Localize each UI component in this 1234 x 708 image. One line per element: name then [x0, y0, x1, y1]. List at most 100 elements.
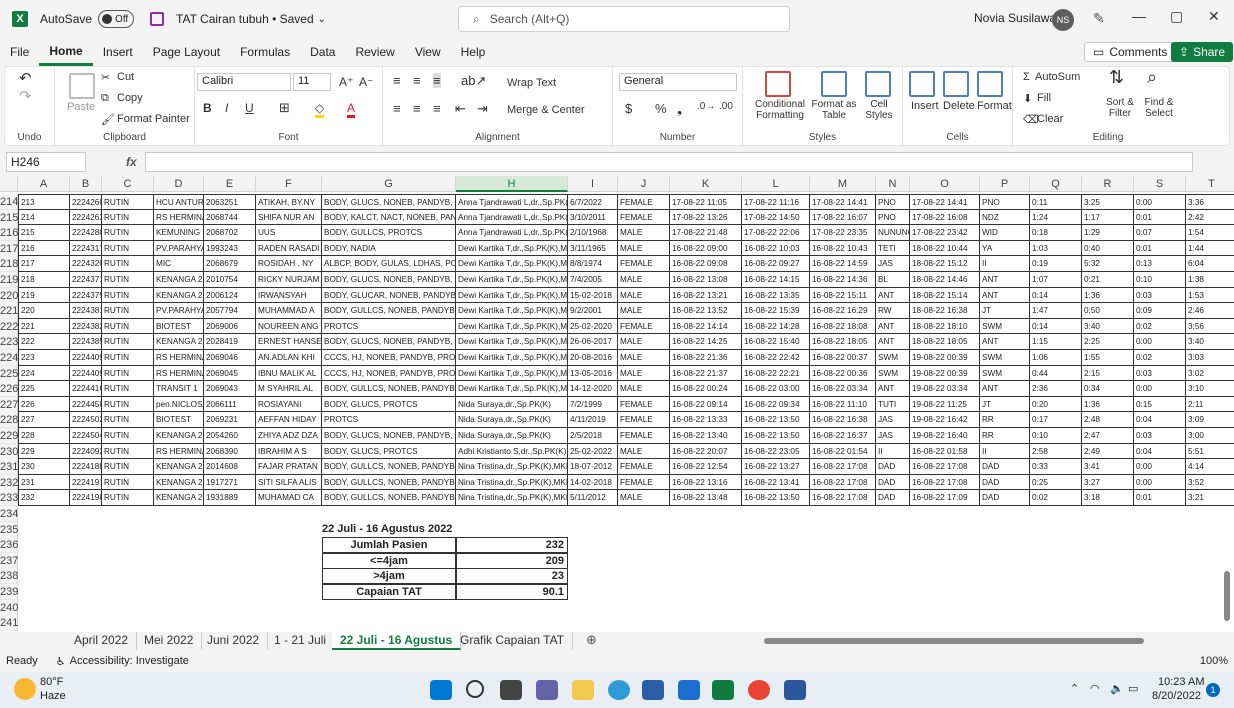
table-cell[interactable]: PV.PARAHYANG: [154, 303, 204, 319]
percent-icon[interactable]: %: [655, 101, 667, 116]
decrease-decimal-icon[interactable]: .00: [719, 101, 733, 112]
row-header[interactable]: 231: [0, 459, 18, 476]
table-cell[interactable]: 16-08-22 13:33: [670, 412, 742, 428]
table-cell[interactable]: JAS: [876, 256, 910, 272]
table-cell[interactable]: 0:07: [1134, 225, 1186, 241]
table-cell[interactable]: 17-08-22 16:08: [910, 209, 980, 226]
table-cell[interactable]: SWM: [876, 365, 910, 382]
table-cell[interactable]: II: [980, 256, 1030, 272]
summary-label[interactable]: >4jam: [322, 568, 456, 585]
insert-cells-icon[interactable]: [909, 71, 935, 97]
table-cell[interactable]: RUTIN: [102, 350, 154, 366]
table-cell[interactable]: 214: [18, 209, 70, 226]
table-cell[interactable]: 0:19: [1030, 256, 1082, 272]
clear-button[interactable]: Clear: [1037, 113, 1063, 125]
table-cell[interactable]: 230: [18, 459, 70, 475]
table-cell[interactable]: RUTIN: [102, 443, 154, 460]
table-cell[interactable]: 1:24: [1030, 209, 1082, 226]
table-cell[interactable]: 0:14: [1030, 318, 1082, 335]
table-cell[interactable]: KENANGA 2: [154, 490, 204, 506]
table-cell[interactable]: 18-08-22 10:44: [910, 240, 980, 257]
table-cell[interactable]: FEMALE: [618, 428, 670, 444]
table-cell[interactable]: ROSIDAH , NY: [256, 256, 322, 272]
table-cell[interactable]: MALE: [618, 225, 670, 241]
teams-icon[interactable]: [536, 680, 558, 700]
add-sheet-icon[interactable]: ⊕: [586, 632, 597, 648]
table-cell[interactable]: ANT: [876, 381, 910, 397]
table-cell[interactable]: SHIFA NUR AN: [256, 209, 322, 226]
table-cell[interactable]: 19-08-22 00:39: [910, 350, 980, 366]
table-cell[interactable]: BODY, GLUCS, PROTCS: [322, 396, 456, 413]
column-header-S[interactable]: S: [1134, 176, 1186, 192]
table-cell[interactable]: 16-08-22 13:50: [742, 428, 810, 444]
table-cell[interactable]: 16-08-22 21:36: [670, 350, 742, 366]
table-cell[interactable]: 16-08-22 15:11: [810, 287, 876, 304]
table-cell[interactable]: KENANGA 2: [154, 272, 204, 288]
table-cell[interactable]: RUTIN: [102, 396, 154, 413]
avatar[interactable]: NS: [1052, 9, 1074, 31]
word-icon[interactable]: [784, 680, 806, 700]
row-header[interactable]: 239: [0, 584, 18, 600]
table-cell[interactable]: BODY, GULLCS, NONEB, PANDYB, PROTC: [322, 459, 456, 475]
table-cell[interactable]: 2:42: [1186, 210, 1234, 226]
table-cell[interactable]: 0:21: [1082, 272, 1134, 288]
search-box[interactable]: ⌕ Search (Alt+Q): [458, 6, 790, 32]
table-cell[interactable]: Nina Tristina,dr.,Sp.PK(K),MKM: [456, 459, 568, 475]
table-cell[interactable]: 16-08-22 18:08: [810, 318, 876, 335]
table-cell[interactable]: RADEN RASADI: [256, 240, 322, 257]
merge-center-button[interactable]: Merge & Center: [507, 104, 585, 116]
table-cell[interactable]: CCCS, HJ, NONEB, PANDYB, PROTCS: [322, 350, 456, 366]
table-cell[interactable]: 16-08-22 14:59: [810, 256, 876, 272]
table-cell[interactable]: 0:01: [1134, 209, 1186, 226]
table-cell[interactable]: IBNU MALIK AL: [256, 365, 322, 382]
table-cell[interactable]: 16-08-22 13:41: [742, 474, 810, 491]
table-cell[interactable]: 0:10: [1134, 272, 1186, 288]
column-header-N[interactable]: N: [876, 176, 910, 192]
table-cell[interactable]: 0:15: [1134, 396, 1186, 413]
table-cell[interactable]: MUHAMMAD A: [256, 303, 322, 319]
edge-icon[interactable]: [608, 680, 630, 700]
table-cell[interactable]: 3:56: [1186, 319, 1234, 335]
table-cell[interactable]: 0:09: [1134, 303, 1186, 319]
table-cell[interactable]: 22242801: [70, 225, 102, 241]
table-cell[interactable]: RUTIN: [102, 303, 154, 319]
table-cell[interactable]: 14-02-2018: [568, 474, 618, 491]
column-header-M[interactable]: M: [810, 176, 876, 192]
table-cell[interactable]: BODY, NADIA: [322, 240, 456, 257]
row-header[interactable]: 215: [0, 209, 18, 226]
menu-home[interactable]: Home: [39, 38, 93, 66]
column-header-R[interactable]: R: [1082, 176, 1134, 192]
table-cell[interactable]: Nina Tristina,dr.,Sp.PK(K),MKM: [456, 474, 568, 491]
menu-review[interactable]: Review: [345, 38, 404, 66]
table-cell[interactable]: pen.NICLOSAM: [154, 396, 204, 413]
table-cell[interactable]: 22245040: [70, 428, 102, 444]
table-cell[interactable]: 2069046: [204, 350, 256, 366]
table-cell[interactable]: 16-08-22 17:08: [810, 474, 876, 491]
table-cell[interactable]: 16-08-22 17:08: [910, 474, 980, 491]
table-cell[interactable]: 17-08-22 23:42: [910, 225, 980, 241]
autosum-icon[interactable]: Σ: [1023, 71, 1030, 83]
table-cell[interactable]: FEMALE: [618, 412, 670, 428]
align-bottom-icon[interactable]: ≡: [433, 73, 441, 88]
table-cell[interactable]: BODY, KALCT, NACT, NONEB, PANDYB,: [322, 209, 456, 226]
table-cell[interactable]: TUTI: [876, 396, 910, 413]
table-cell[interactable]: 19-08-22 03:34: [910, 381, 980, 397]
paste-label[interactable]: Paste: [67, 101, 95, 113]
excel-taskbar-icon[interactable]: [712, 680, 734, 700]
column-header-E[interactable]: E: [204, 176, 256, 192]
table-cell[interactable]: 16-08-22 01:58: [910, 443, 980, 460]
table-cell[interactable]: M SYAHRIL AL: [256, 381, 322, 397]
table-cell[interactable]: 17-08-22 14:41: [910, 194, 980, 210]
table-cell[interactable]: 16-08-22 09:14: [670, 396, 742, 413]
autosum-button[interactable]: AutoSum: [1035, 71, 1080, 83]
table-cell[interactable]: 16-08-22 17:08: [910, 459, 980, 475]
table-cell[interactable]: 22240924: [70, 443, 102, 460]
table-cell[interactable]: BODY, GLUCAR, NONEB, PANDYB, PROT: [322, 287, 456, 304]
table-cell[interactable]: BL: [876, 272, 910, 288]
table-cell[interactable]: ALBCP, BODY, GULAS, LDHAS, PCAS, R: [322, 256, 456, 272]
font-size-select[interactable]: 11: [293, 73, 331, 91]
table-cell[interactable]: 7/2/1999: [568, 396, 618, 413]
table-cell[interactable]: 16-08-22 03:34: [810, 381, 876, 397]
table-cell[interactable]: Dewi Kartika T,dr.,Sp.PK(K),MKes: [456, 256, 568, 272]
format-as-table-button[interactable]: Format as Table: [811, 99, 857, 121]
